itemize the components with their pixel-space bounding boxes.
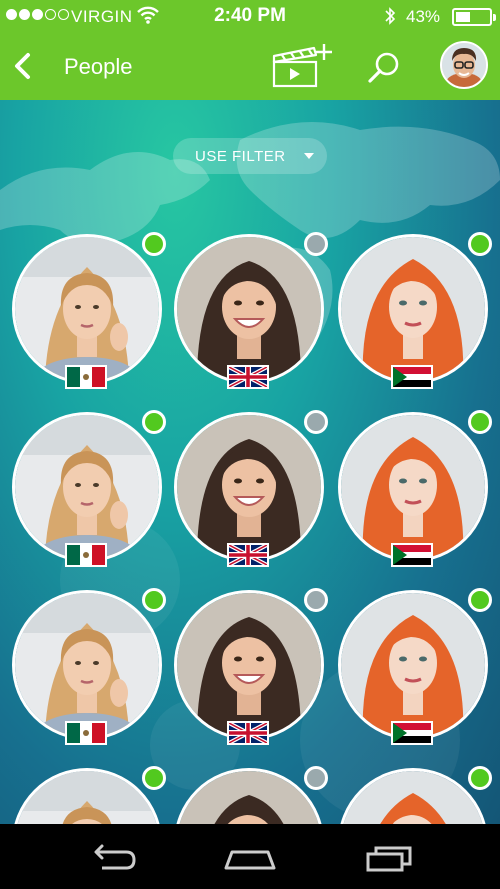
uk-flag-icon: [227, 365, 269, 389]
person-avatar: [12, 590, 162, 740]
chevron-down-icon: [304, 153, 314, 159]
person-card[interactable]: [336, 766, 492, 824]
person-card[interactable]: [336, 410, 492, 570]
person-card[interactable]: [10, 766, 166, 824]
uk-flag-icon: [227, 543, 269, 567]
people-content: USE FILTER: [0, 100, 500, 824]
use-filter-dropdown[interactable]: USE FILTER: [173, 138, 327, 174]
person-card[interactable]: [172, 588, 328, 748]
page-title: People: [64, 54, 133, 79]
back-icon: [94, 844, 136, 870]
person-avatar: [338, 590, 488, 740]
person-avatar: [174, 412, 324, 562]
person-avatar: [12, 768, 162, 824]
sudan-flag-icon: [391, 543, 433, 567]
back-chevron-icon: [15, 53, 30, 79]
person-card[interactable]: [10, 410, 166, 570]
system-nav-bar: [0, 824, 500, 889]
online-status-icon: [142, 410, 166, 434]
person-avatar: [174, 768, 324, 824]
home-icon: [224, 850, 276, 870]
person-card[interactable]: [172, 232, 328, 392]
person-avatar: [12, 412, 162, 562]
person-avatar: [174, 234, 324, 384]
person-card[interactable]: [336, 232, 492, 392]
person-avatar: [338, 234, 488, 384]
person-card[interactable]: [10, 232, 166, 392]
online-status-icon: [468, 410, 492, 434]
user-avatar[interactable]: [440, 41, 488, 89]
battery-percent: 43%: [406, 7, 441, 26]
online-status-icon: [142, 588, 166, 612]
offline-status-icon: [304, 410, 328, 434]
status-bar: VIRGIN 2:40 PM 43%: [0, 0, 500, 32]
search-button[interactable]: [366, 50, 402, 86]
person-avatar: [338, 768, 488, 824]
person-avatar: [174, 590, 324, 740]
online-status-icon: [468, 766, 492, 790]
offline-status-icon: [304, 588, 328, 612]
app-bar: People: [0, 32, 500, 100]
online-status-icon: [142, 766, 166, 790]
recent-apps-icon: [366, 846, 412, 872]
online-status-icon: [142, 232, 166, 256]
person-card[interactable]: [172, 766, 328, 824]
nav-home-button[interactable]: [220, 842, 280, 872]
online-status-icon: [468, 588, 492, 612]
nav-back-button[interactable]: [82, 842, 142, 872]
person-avatar: [338, 412, 488, 562]
search-icon: [368, 52, 399, 83]
person-card[interactable]: [172, 410, 328, 570]
person-card[interactable]: [336, 588, 492, 748]
person-card[interactable]: [10, 588, 166, 748]
person-avatar: [12, 234, 162, 384]
offline-status-icon: [304, 232, 328, 256]
bluetooth-icon: [385, 7, 396, 25]
nav-recent-button[interactable]: [360, 842, 420, 872]
user-avatar-image: [442, 43, 486, 87]
filter-label: USE FILTER: [195, 148, 286, 165]
add-video-clapperboard-icon: [272, 44, 332, 88]
back-button[interactable]: [8, 50, 38, 82]
sudan-flag-icon: [391, 721, 433, 745]
sudan-flag-icon: [391, 365, 433, 389]
battery-icon: [452, 8, 496, 26]
online-status-icon: [468, 232, 492, 256]
add-video-button[interactable]: [272, 42, 334, 90]
offline-status-icon: [304, 766, 328, 790]
uk-flag-icon: [227, 721, 269, 745]
mexico-flag-icon: [65, 365, 107, 389]
mexico-flag-icon: [65, 721, 107, 745]
mexico-flag-icon: [65, 543, 107, 567]
